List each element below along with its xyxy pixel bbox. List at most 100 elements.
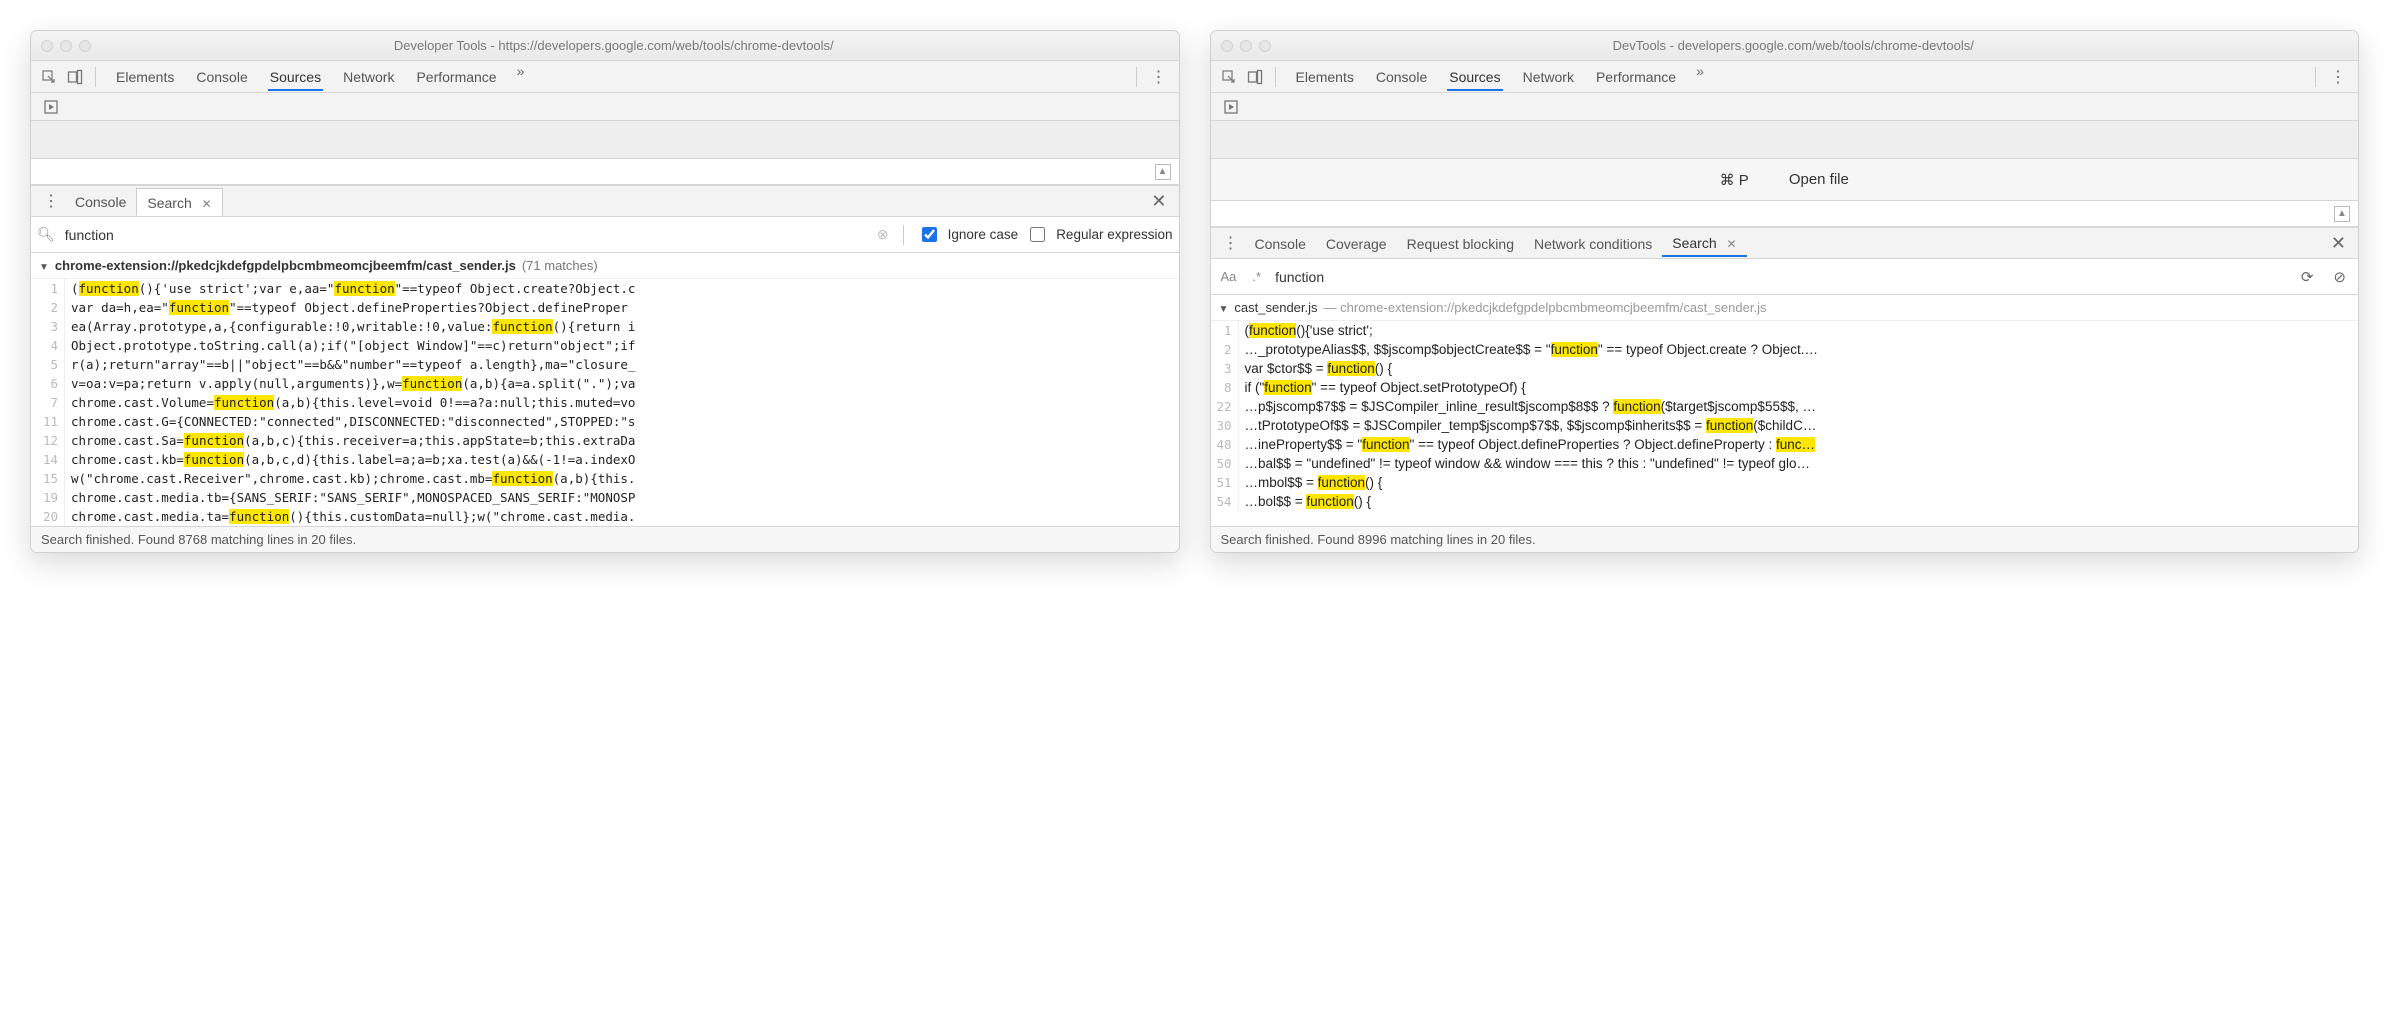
result-line[interactable]: 11chrome.cast.G={CONNECTED:"connected",D… [31, 412, 1179, 431]
close-dot[interactable] [41, 40, 53, 52]
result-line[interactable]: 2…_prototypeAlias$$, $$jscomp$objectCrea… [1211, 340, 2359, 359]
tab-sources[interactable]: Sources [268, 63, 323, 91]
settings-menu-icon[interactable]: ⋮ [2324, 67, 2352, 87]
drawer-tab-search[interactable]: Search ✕ [136, 188, 222, 216]
drawer-tab-search[interactable]: Search ✕ [1662, 229, 1746, 257]
tab-performance[interactable]: Performance [414, 63, 498, 91]
result-line[interactable]: 4Object.prototype.toString.call(a);if("[… [31, 336, 1179, 355]
close-tab-icon[interactable]: ✕ [202, 197, 212, 211]
result-line[interactable]: 15w("chrome.cast.Receiver",chrome.cast.k… [31, 469, 1179, 488]
device-toggle-icon[interactable] [63, 65, 87, 89]
line-number: 30 [1211, 416, 1239, 435]
result-line[interactable]: 3var $ctor$$ = function() { [1211, 359, 2359, 378]
search-match-highlight: function [214, 395, 274, 410]
tab-console[interactable]: Console [194, 63, 249, 91]
tab-console[interactable]: Console [1374, 63, 1429, 91]
min-dot[interactable] [60, 40, 72, 52]
result-line[interactable]: 19chrome.cast.media.tb={SANS_SERIF:"SANS… [31, 488, 1179, 507]
cancel-icon[interactable]: ⊘ [2327, 268, 2352, 286]
result-line[interactable]: 30…tPrototypeOf$$ = $JSCompiler_temp$jsc… [1211, 416, 2359, 435]
line-content: (function(){'use strict'; [1239, 321, 2359, 340]
result-line[interactable]: 20chrome.cast.media.ta=function(){this.c… [31, 507, 1179, 526]
main-tabs-row: Elements Console Sources Network Perform… [1211, 61, 2359, 93]
sources-toolbar [31, 93, 1179, 121]
close-dot[interactable] [1221, 40, 1233, 52]
status-bar: Search finished. Found 8996 matching lin… [1211, 526, 2359, 552]
result-line[interactable]: 54…bol$$ = function() { [1211, 492, 2359, 511]
result-line[interactable]: 7chrome.cast.Volume=function(a,b){this.l… [31, 393, 1179, 412]
tab-network[interactable]: Network [341, 63, 396, 91]
result-line[interactable]: 48…ineProperty$$ = "function" == typeof … [1211, 435, 2359, 454]
tab-network[interactable]: Network [1521, 63, 1576, 91]
drawer-tab-console[interactable]: Console [65, 188, 136, 214]
result-line[interactable]: 22…p$jscomp$7$$ = $JSCompiler_inline_res… [1211, 397, 2359, 416]
search-input[interactable] [1273, 265, 2287, 289]
close-drawer-icon[interactable]: ✕ [2325, 233, 2352, 254]
max-dot[interactable] [79, 40, 91, 52]
line-number: 4 [31, 336, 65, 355]
ignore-case-checkbox[interactable] [922, 227, 937, 242]
collapse-icon[interactable]: ▲ [1155, 164, 1171, 180]
result-line[interactable]: 3ea(Array.prototype,a,{configurable:!0,w… [31, 317, 1179, 336]
drawer-tab-coverage[interactable]: Coverage [1316, 230, 1397, 256]
min-dot[interactable] [1240, 40, 1252, 52]
close-drawer-icon[interactable]: ✕ [1145, 191, 1172, 212]
filename-bar: ▲ [31, 159, 1179, 185]
inspect-icon[interactable] [37, 65, 61, 89]
open-file-bar[interactable]: ⌘ P Open file [1211, 159, 2359, 201]
result-line[interactable]: 5r(a);return"array"==b||"object"==b&&"nu… [31, 355, 1179, 374]
settings-menu-icon[interactable]: ⋮ [1145, 67, 1173, 87]
disclosure-triangle-icon[interactable]: ▼ [1219, 304, 1229, 315]
disclosure-triangle-icon[interactable]: ▼ [39, 262, 49, 273]
search-match-highlight: function [1327, 361, 1374, 376]
result-line[interactable]: 6v=oa:v=pa;return v.apply(null,arguments… [31, 374, 1179, 393]
filename-bar: ▲ [1211, 201, 2359, 227]
result-line[interactable]: 51…mbol$$ = function() { [1211, 473, 2359, 492]
line-content: chrome.cast.media.ta=function(){this.cus… [65, 507, 1179, 526]
tab-elements[interactable]: Elements [114, 63, 176, 91]
drawer-tab-request-blocking[interactable]: Request blocking [1397, 230, 1524, 256]
tab-sources[interactable]: Sources [1447, 63, 1502, 91]
close-tab-icon[interactable]: ✕ [1727, 237, 1737, 251]
window-title: Developer Tools - https://developers.goo… [99, 38, 1169, 53]
match-case-toggle[interactable]: Aa [1217, 269, 1241, 284]
regex-toggle[interactable]: .* [1248, 269, 1265, 284]
drawer-tab-console[interactable]: Console [1245, 230, 1316, 256]
max-dot[interactable] [1259, 40, 1271, 52]
result-line[interactable]: 14chrome.cast.kb=function(a,b,c,d){this.… [31, 450, 1179, 469]
search-match-highlight: function [184, 452, 244, 467]
tab-elements[interactable]: Elements [1294, 63, 1356, 91]
result-line[interactable]: 2var da=h,ea="function"==typeof Object.d… [31, 298, 1179, 317]
tab-performance[interactable]: Performance [1594, 63, 1678, 91]
line-content: (function(){'use strict';var e,aa="funct… [65, 279, 1179, 298]
result-line[interactable]: 12chrome.cast.Sa=function(a,b,c){this.re… [31, 431, 1179, 450]
more-tabs-chevron-icon[interactable]: » [517, 63, 525, 91]
inspect-icon[interactable] [1217, 65, 1241, 89]
result-line[interactable]: 8if ("function" == typeof Object.setProt… [1211, 378, 2359, 397]
line-number: 19 [31, 488, 65, 507]
result-file-header[interactable]: ▼ cast_sender.js — chrome-extension://pk… [1211, 295, 2359, 321]
show-navigator-icon[interactable] [1219, 95, 1243, 119]
more-tabs-chevron-icon[interactable]: » [1696, 63, 1704, 91]
line-number: 20 [31, 507, 65, 526]
collapse-icon[interactable]: ▲ [2334, 206, 2350, 222]
result-line[interactable]: 1(function(){'use strict';var e,aa="func… [31, 279, 1179, 298]
device-toggle-icon[interactable] [1243, 65, 1267, 89]
show-navigator-icon[interactable] [39, 95, 63, 119]
result-line[interactable]: 50…bal$$ = "undefined" != typeof window … [1211, 454, 2359, 473]
search-input[interactable] [63, 223, 869, 247]
drawer-tab-network-conditions[interactable]: Network conditions [1524, 230, 1662, 256]
drawer-menu-icon[interactable]: ⋮ [1217, 233, 1245, 253]
status-bar: Search finished. Found 8768 matching lin… [31, 526, 1179, 552]
result-file-header[interactable]: ▼ chrome-extension://pkedcjkdefgpdelpbcm… [31, 253, 1179, 279]
line-content: …p$jscomp$7$$ = $JSCompiler_inline_resul… [1239, 397, 2359, 416]
drawer-menu-icon[interactable]: ⋮ [37, 191, 65, 211]
refresh-icon[interactable]: ⟳ [2295, 268, 2320, 286]
line-number: 2 [31, 298, 65, 317]
search-match-highlight: function [1706, 418, 1753, 433]
clear-search-icon[interactable]: ⊗ [877, 226, 889, 243]
search-match-highlight: function [492, 319, 552, 334]
regex-checkbox[interactable] [1030, 227, 1045, 242]
line-content: …tPrototypeOf$$ = $JSCompiler_temp$jscom… [1239, 416, 2359, 435]
result-line[interactable]: 1(function(){'use strict'; [1211, 321, 2359, 340]
